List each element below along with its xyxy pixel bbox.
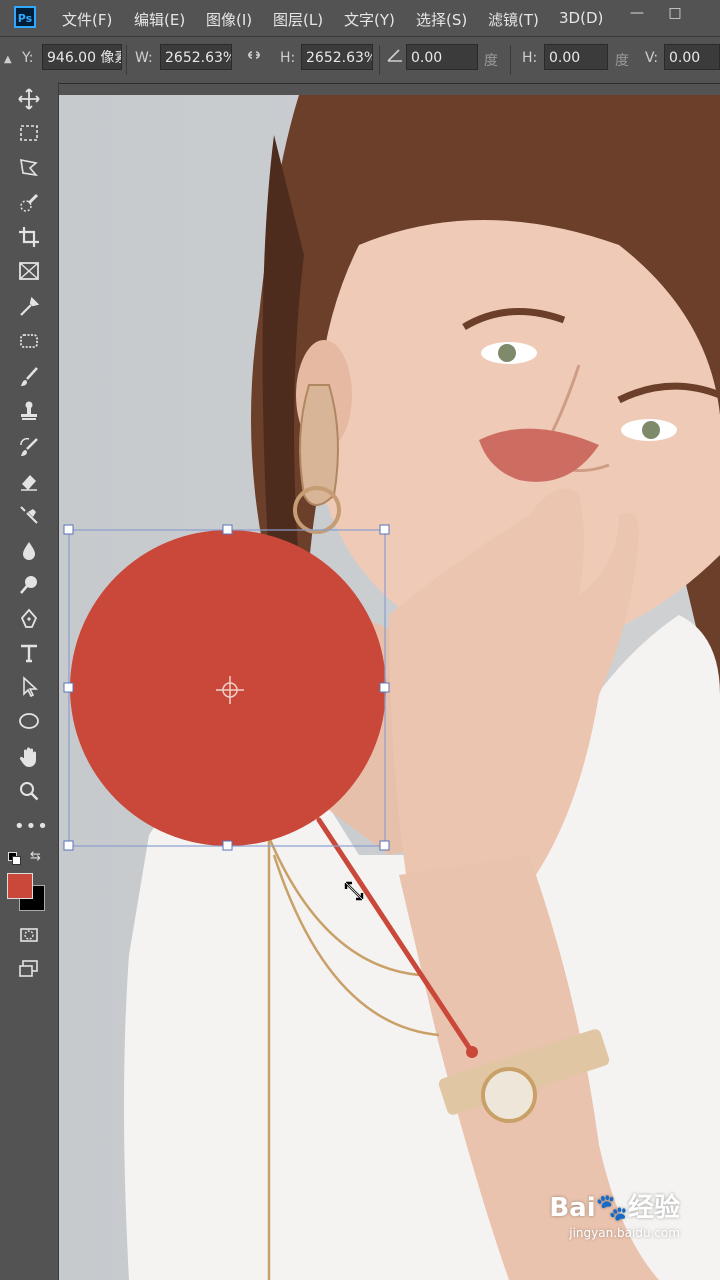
transform-handle — [63, 682, 74, 693]
healing-tool-icon[interactable] — [14, 326, 44, 356]
transform-handle — [379, 524, 390, 535]
hand-tool-icon[interactable] — [14, 742, 44, 772]
link-icon[interactable] — [245, 46, 263, 68]
w-label: W: — [135, 50, 153, 66]
zoom-tool-icon[interactable] — [14, 776, 44, 806]
h-skew-unit: 度 — [615, 53, 629, 69]
quick-select-tool-icon[interactable] — [14, 188, 44, 218]
dodge-tool-icon[interactable] — [14, 570, 44, 600]
more-tools-icon[interactable]: ••• — [14, 812, 48, 842]
app-logo: Ps — [14, 6, 36, 28]
menu-image[interactable]: 图像(I) — [206, 9, 252, 30]
ellipse-tool-icon[interactable] — [14, 706, 44, 736]
move-tool-icon[interactable] — [14, 84, 44, 114]
divider — [510, 45, 511, 75]
swap-colors-icon[interactable]: ⇆ — [30, 849, 41, 864]
lasso-tool-icon[interactable] — [14, 152, 44, 182]
menu-bar: Ps 文件(F) 编辑(E) 图像(I) 图层(L) 文字(Y) 选择(S) 滤… — [0, 0, 720, 36]
transform-handle — [63, 524, 74, 535]
annotation-dot — [466, 1046, 478, 1058]
baidu-watermark: Bai🐾经验 jingyan.baidu.com — [549, 1187, 680, 1240]
foreground-color-swatch[interactable] — [7, 873, 33, 899]
blur-tool-icon[interactable] — [14, 536, 44, 566]
v-skew-label: V: — [645, 50, 659, 66]
transform-handle — [222, 524, 233, 535]
quick-mask-icon[interactable] — [14, 920, 44, 950]
transform-handle — [63, 840, 74, 851]
path-select-tool-icon[interactable] — [14, 672, 44, 702]
transform-handle — [222, 840, 233, 851]
divider — [126, 45, 127, 75]
height-input[interactable]: 2652.63% — [301, 44, 373, 70]
v-skew-input[interactable]: 0.00 — [664, 44, 720, 70]
watermark-url: jingyan.baidu.com — [569, 1226, 680, 1240]
frame-tool-icon[interactable] — [14, 256, 44, 286]
h-skew-input[interactable]: 0.00 — [544, 44, 608, 70]
gradient-tool-icon[interactable] — [14, 500, 44, 530]
width-input[interactable]: 2652.63% — [160, 44, 232, 70]
history-brush-tool-icon[interactable] — [14, 432, 44, 462]
menu-type[interactable]: 文字(Y) — [344, 9, 395, 30]
crop-tool-icon[interactable] — [14, 222, 44, 252]
document-canvas[interactable]: Bai🐾经验 jingyan.baidu.com — [59, 95, 720, 1280]
brush-tool-icon[interactable] — [14, 362, 44, 392]
angle-icon — [386, 46, 404, 68]
type-tool-icon[interactable] — [14, 638, 44, 668]
transform-handle — [379, 682, 390, 693]
menu-file[interactable]: 文件(F) — [62, 9, 112, 30]
minimize-button[interactable]: — — [622, 2, 652, 24]
tools-panel: ••• ⇆ — [0, 82, 59, 1280]
menu-edit[interactable]: 编辑(E) — [134, 9, 185, 30]
angle-unit: 度 — [484, 53, 498, 69]
options-bar: ▲ Y: 946.00 像素 W: 2652.63% H: 2652.63% 0… — [0, 36, 720, 84]
angle-input[interactable]: 0.00 — [406, 44, 478, 70]
transform-handle — [379, 840, 390, 851]
menu-3d[interactable]: 3D(D) — [559, 9, 603, 27]
menu-layer[interactable]: 图层(L) — [273, 9, 323, 30]
divider — [379, 45, 380, 75]
marquee-tool-icon[interactable] — [14, 118, 44, 148]
reference-point-icon: ▲ — [4, 54, 12, 65]
overlay-layer — [63, 524, 478, 1058]
maximize-button[interactable]: □ — [660, 2, 690, 24]
menu-filter[interactable]: 滤镜(T) — [488, 9, 539, 30]
screen-mode-icon[interactable] — [14, 954, 44, 984]
h-label: H: — [280, 50, 296, 66]
pen-tool-icon[interactable] — [14, 604, 44, 634]
h-skew-label: H: — [522, 50, 538, 66]
watermark-brand: Bai🐾经验 — [549, 1193, 680, 1223]
y-label: Y: — [22, 50, 34, 66]
stamp-tool-icon[interactable] — [14, 396, 44, 426]
annotation-line — [316, 817, 475, 1055]
red-circle-shape — [70, 530, 386, 846]
eraser-tool-icon[interactable] — [14, 466, 44, 496]
default-colors-icon[interactable] — [8, 852, 21, 865]
eyedropper-tool-icon[interactable] — [14, 292, 44, 322]
y-input[interactable]: 946.00 像素 — [42, 44, 122, 70]
menu-select[interactable]: 选择(S) — [416, 9, 467, 30]
